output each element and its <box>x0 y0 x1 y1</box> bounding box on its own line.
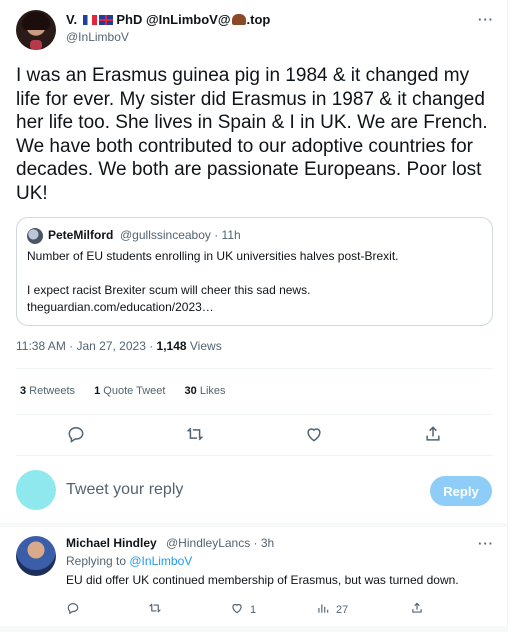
divider <box>16 368 493 369</box>
quoted-tweet-text: Number of EU students enrolling in UK un… <box>27 248 482 316</box>
retweets-stat[interactable]: 3 Retweets <box>20 385 75 397</box>
tweet-timestamp: 11:38 AM · Jan 27, 2023 · 1,148 Views <box>16 339 222 353</box>
author-name-tail: .top <box>246 12 271 27</box>
reply-author-handle-time[interactable]: @HindleyLancs · 3h <box>166 536 274 550</box>
reply-icon[interactable] <box>66 424 86 444</box>
quoted-author-handle-time: @gullssinceaboy · 11h <box>120 228 241 242</box>
tweet-stats: 3 Retweets 1 Quote Tweet 30 Likes <box>20 385 242 397</box>
quoted-author-avatar <box>27 228 43 244</box>
timestamp-text[interactable]: 11:38 AM · Jan 27, 2023 · <box>16 339 157 353</box>
author-avatar[interactable] <box>16 10 56 50</box>
retweet-icon[interactable] <box>185 424 205 444</box>
share-icon[interactable] <box>423 424 443 444</box>
replying-to: Replying to @InLimboV <box>66 554 192 568</box>
reply-like-icon <box>232 603 242 614</box>
reply-like-count: 1 <box>250 604 257 616</box>
views-label: Views <box>186 339 222 353</box>
tweet-text: I was an Erasmus guinea pig in 1984 & it… <box>16 65 488 204</box>
more-options-icon[interactable]: ··· <box>478 12 494 27</box>
analytics-icon <box>318 604 329 613</box>
reply-views-button[interactable]: 27 <box>316 601 348 617</box>
author-handle[interactable]: @InLimboV <box>66 30 129 44</box>
reply-reply-icon[interactable] <box>66 601 80 617</box>
quoted-author-name: PeteMilford <box>48 228 114 242</box>
divider <box>16 414 493 415</box>
reply-text: EU did offer UK continued membership of … <box>66 573 459 587</box>
like-icon[interactable] <box>304 424 324 444</box>
replying-to-label: Replying to <box>66 554 130 568</box>
reply-like-button[interactable]: 1 <box>230 601 256 617</box>
tweet-thread: V. PhD @InLimboV@ .top @InLimboV ··· I wa… <box>0 0 508 632</box>
flag-fr-icon <box>82 15 97 25</box>
quote-tweets-stat[interactable]: 1 Quote Tweet <box>94 385 165 397</box>
reply-retweet-icon[interactable] <box>148 601 162 617</box>
author-name-prefix: V. <box>66 12 78 27</box>
section-separator <box>0 523 508 527</box>
quoted-line-2: I expect racist Brexiter scum will cheer… <box>27 283 311 297</box>
section-separator <box>0 626 508 632</box>
more-options-icon[interactable]: ··· <box>478 536 494 551</box>
quoted-link: theguardian.com/education/2023… <box>27 300 214 314</box>
current-user-avatar[interactable] <box>16 470 56 510</box>
flag-gb-icon <box>98 15 113 25</box>
reply-author-name[interactable]: Michael Hindley <box>66 536 157 550</box>
reply-share-icon[interactable] <box>410 601 424 617</box>
reply-input[interactable]: Tweet your reply <box>66 481 183 499</box>
mammoth-icon <box>231 14 246 25</box>
reply-author-avatar[interactable] <box>16 536 56 576</box>
replying-to-handle[interactable]: @InLimboV <box>129 554 192 568</box>
reply-button[interactable]: Reply <box>430 476 492 506</box>
author-name[interactable]: V. PhD @InLimboV@ .top <box>66 12 270 27</box>
reply-views-count: 27 <box>336 604 349 616</box>
quoted-tweet[interactable]: PeteMilford @gullssinceaboy · 11h Number… <box>16 217 493 326</box>
views-count: 1,148 <box>156 339 187 353</box>
divider <box>16 455 493 456</box>
likes-stat[interactable]: 30 Likes <box>185 385 226 397</box>
author-name-suffix: PhD @InLimboV@ <box>116 12 231 27</box>
quoted-line-1: Number of EU students enrolling in UK un… <box>27 249 399 263</box>
